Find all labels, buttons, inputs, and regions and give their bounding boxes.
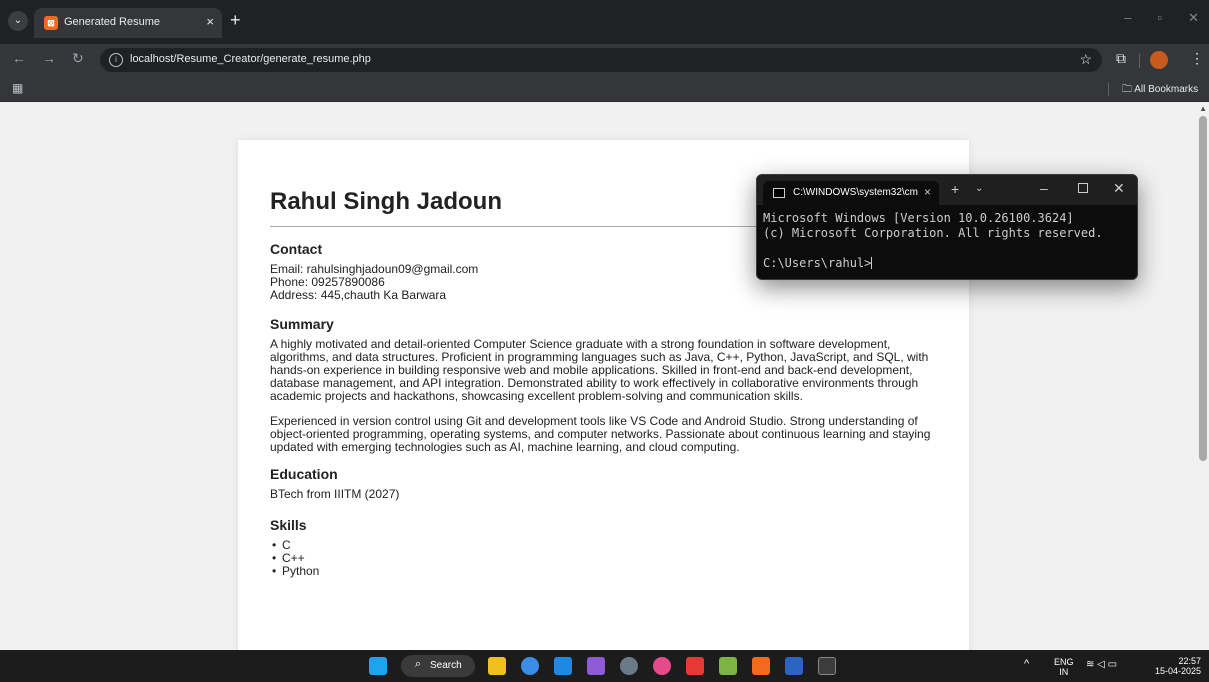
window-controls: – ▫ ✕ bbox=[1124, 10, 1199, 26]
restore-icon[interactable]: ▫ bbox=[1157, 10, 1162, 26]
browser-tab-strip: ⌄ ⊠ Generated Resume × + – ▫ ✕ bbox=[0, 0, 1209, 44]
language-label: ENG bbox=[1054, 657, 1074, 667]
bookmarks-divider bbox=[1108, 83, 1109, 96]
system-tray-icons[interactable]: ≋ ◁ ▭ bbox=[1086, 659, 1117, 670]
close-window-icon[interactable]: ✕ bbox=[1188, 10, 1199, 26]
terminal-tab[interactable]: C:\WINDOWS\system32\cm × bbox=[763, 181, 939, 205]
terminal-line-copyright: (c) Microsoft Corporation. All rights re… bbox=[763, 226, 1103, 240]
start-icon[interactable] bbox=[369, 657, 387, 675]
minimize-icon[interactable]: – bbox=[1124, 10, 1131, 26]
tab-title: Generated Resume bbox=[64, 16, 160, 28]
media-player-icon[interactable] bbox=[686, 657, 704, 675]
settings-gear-icon[interactable] bbox=[620, 657, 638, 675]
tab-generated-resume[interactable]: ⊠ Generated Resume × bbox=[34, 8, 222, 38]
battery-icon: ▭ bbox=[1107, 659, 1118, 670]
tray-chevron-up-icon[interactable]: ^ bbox=[1024, 658, 1029, 670]
skills-heading: Skills bbox=[270, 517, 307, 533]
summary-paragraph-2: Experienced in version control using Git… bbox=[270, 414, 931, 454]
volume-icon: ◁ bbox=[1097, 659, 1105, 670]
terminal-window[interactable]: C:\WINDOWS\system32\cm × + ⌄ – ✕ Microso… bbox=[756, 174, 1138, 280]
clock-time: 22:57 bbox=[1178, 656, 1201, 666]
xampp-icon[interactable] bbox=[752, 657, 770, 675]
scroll-thumb[interactable] bbox=[1199, 116, 1207, 461]
extensions-icon[interactable]: ⧉ bbox=[1116, 50, 1126, 67]
skill-item: C++ bbox=[270, 552, 937, 566]
terminal-prompt-line[interactable]: C:\Users\rahul> bbox=[763, 256, 1103, 271]
terminal-icon[interactable] bbox=[818, 657, 836, 675]
terminal-dropdown-icon[interactable]: ⌄ bbox=[975, 183, 983, 194]
education-item: BTech from IIITM (2027) bbox=[270, 487, 400, 501]
search-label: Search bbox=[430, 660, 462, 671]
apps-grid-icon[interactable]: ▦ bbox=[12, 81, 23, 95]
text-cursor bbox=[871, 257, 873, 269]
toolbar-divider bbox=[1139, 54, 1140, 68]
all-bookmarks-label: All Bookmarks bbox=[1134, 84, 1199, 95]
skills-list: C C++ Python bbox=[270, 539, 937, 579]
browser-icon[interactable] bbox=[653, 657, 671, 675]
taskbar-search[interactable]: ⌕ Search bbox=[401, 655, 475, 677]
terminal-output[interactable]: Microsoft Windows [Version 10.0.26100.36… bbox=[763, 211, 1103, 271]
profile-avatar[interactable] bbox=[1150, 51, 1168, 69]
folder-icon: 🗀 bbox=[1122, 84, 1132, 95]
cmd-icon bbox=[773, 188, 785, 198]
terminal-minimize-icon[interactable]: – bbox=[1040, 180, 1048, 196]
page-scrollbar[interactable]: ▲ bbox=[1197, 102, 1209, 650]
skill-item: Python bbox=[270, 565, 937, 579]
summary-paragraph-1: A highly motivated and detail-oriented C… bbox=[270, 337, 929, 403]
vscode-icon[interactable] bbox=[554, 657, 572, 675]
bookmark-star-icon[interactable]: ☆ bbox=[1079, 51, 1092, 68]
terminal-close-icon[interactable]: ✕ bbox=[1113, 180, 1125, 197]
file-explorer-icon[interactable] bbox=[488, 657, 506, 675]
contact-address: Address: 445,chauth Ka Barwara bbox=[270, 288, 447, 302]
terminal-tab-close-icon[interactable]: × bbox=[924, 185, 931, 199]
url-text[interactable]: localhost/Resume_Creator/generate_resume… bbox=[130, 53, 371, 65]
word-icon[interactable] bbox=[785, 657, 803, 675]
language-indicator[interactable]: ENG IN bbox=[1054, 657, 1074, 677]
windows-taskbar: ⌕ Search ^ ENG IN ≋ ◁ ▭ 22:57 15-04-2025 bbox=[0, 650, 1209, 682]
address-bar[interactable]: i localhost/Resume_Creator/generate_resu… bbox=[100, 48, 1102, 72]
forward-icon[interactable]: → bbox=[42, 50, 56, 66]
android-studio-icon[interactable] bbox=[719, 657, 737, 675]
summary-heading: Summary bbox=[270, 316, 334, 332]
menu-dots-icon[interactable]: ⋮ bbox=[1190, 50, 1204, 67]
chrome-icon[interactable] bbox=[521, 657, 539, 675]
site-info-icon[interactable]: i bbox=[109, 53, 123, 67]
bookmarks-bar: ▦ 🗀 All Bookmarks bbox=[0, 76, 1209, 102]
wifi-icon: ≋ bbox=[1086, 659, 1095, 670]
tab-close-icon[interactable]: × bbox=[206, 14, 214, 29]
back-icon[interactable]: ← bbox=[12, 50, 26, 66]
xampp-favicon-icon: ⊠ bbox=[44, 16, 58, 30]
clock-date: 15-04-2025 bbox=[1154, 666, 1201, 676]
browser-toolbar: ← → ↻ i localhost/Resume_Creator/generat… bbox=[0, 44, 1209, 76]
terminal-maximize-icon[interactable] bbox=[1078, 183, 1088, 193]
skill-item: C bbox=[270, 539, 937, 553]
scroll-up-arrow-icon[interactable]: ▲ bbox=[1199, 104, 1207, 113]
terminal-tab-bar: C:\WINDOWS\system32\cm × + ⌄ – ✕ bbox=[757, 175, 1137, 205]
clock[interactable]: 22:57 15-04-2025 bbox=[1155, 656, 1201, 676]
terminal-line-version: Microsoft Windows [Version 10.0.26100.36… bbox=[763, 211, 1074, 225]
reload-icon[interactable]: ↻ bbox=[72, 50, 84, 67]
all-bookmarks-button[interactable]: 🗀 All Bookmarks bbox=[1122, 82, 1198, 99]
visual-studio-icon[interactable] bbox=[587, 657, 605, 675]
search-icon: ⌕ bbox=[415, 658, 422, 670]
terminal-new-tab-icon[interactable]: + bbox=[951, 181, 959, 197]
new-tab-button[interactable]: + bbox=[230, 10, 241, 30]
region-label: IN bbox=[1059, 667, 1069, 677]
terminal-prompt: C:\Users\rahul> bbox=[763, 256, 872, 270]
education-heading: Education bbox=[270, 466, 338, 482]
terminal-tab-title: C:\WINDOWS\system32\cm bbox=[793, 187, 919, 198]
tab-search-button[interactable]: ⌄ bbox=[8, 11, 28, 31]
